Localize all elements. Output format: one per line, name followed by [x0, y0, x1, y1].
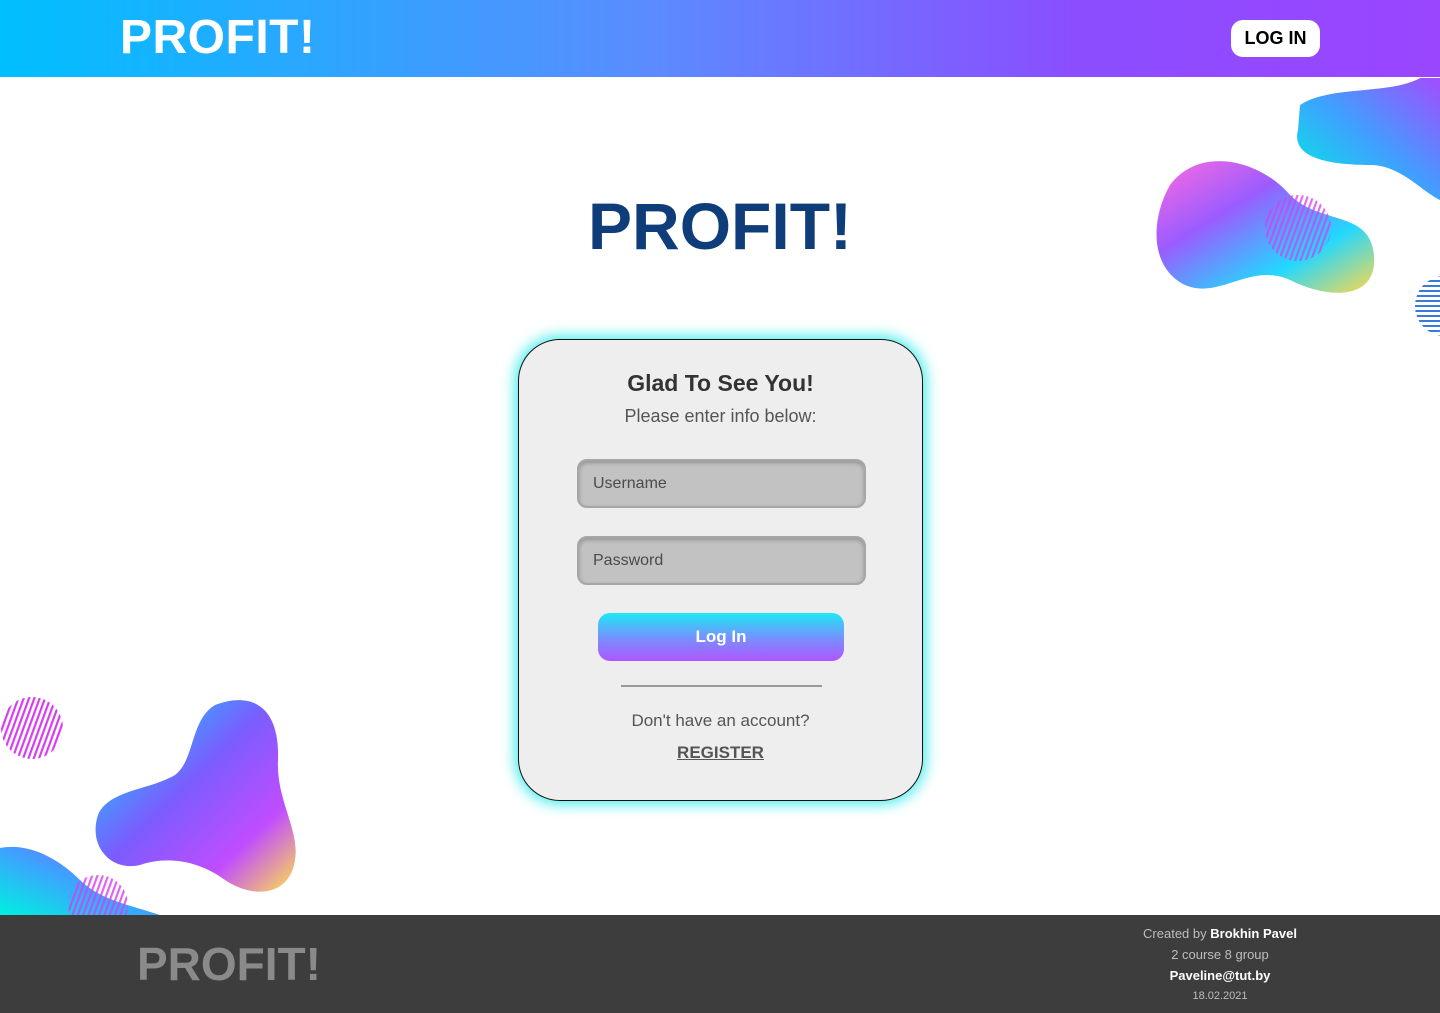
- created-by-prefix: Created by: [1143, 926, 1207, 941]
- header-login-button[interactable]: LOG IN: [1231, 20, 1320, 57]
- no-account-text: Don't have an account?: [631, 711, 810, 730]
- divider: [621, 685, 822, 687]
- register-link[interactable]: REGISTER: [519, 743, 922, 763]
- author-name: Brokhin Pavel: [1210, 926, 1297, 941]
- footer-email: Paveline@tut.by: [1169, 968, 1271, 983]
- card-subheading: Please enter info below:: [624, 406, 817, 426]
- footer-credit-line: Created by Brokhin Pavel: [1100, 923, 1340, 944]
- password-input[interactable]: [577, 536, 866, 585]
- footer-group: 2 course 8 group: [1171, 947, 1269, 962]
- footer-logo: PROFIT!: [137, 938, 321, 990]
- login-submit-button[interactable]: Log In: [598, 613, 844, 661]
- page-title: PROFIT!: [588, 189, 852, 263]
- username-input[interactable]: [577, 459, 866, 508]
- top-header: PROFIT! LOG IN: [0, 0, 1440, 77]
- footer-date: 18.02.2021: [1192, 990, 1248, 1002]
- footer: PROFIT! Created by Brokhin Pavel 2 cours…: [0, 915, 1440, 1013]
- footer-info: Created by Brokhin Pavel 2 course 8 grou…: [1100, 923, 1340, 1007]
- card-heading: Glad To See You!: [627, 370, 814, 396]
- header-logo[interactable]: PROFIT!: [120, 10, 315, 65]
- login-card: Glad To See You! Please enter info below…: [518, 339, 923, 801]
